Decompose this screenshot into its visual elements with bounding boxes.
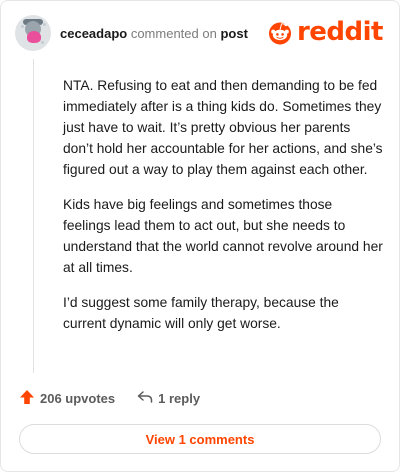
comment-card: ceceadapo commented on post reddit NTA. …	[0, 0, 400, 472]
reply-count: 1 reply	[158, 391, 201, 406]
comment-paragraph: NTA. Refusing to eat and then demanding …	[63, 78, 383, 177]
avatar[interactable]	[15, 15, 51, 51]
comment-meta: ceceadapo commented on post	[60, 26, 248, 41]
upvote-count: 206 upvotes	[40, 391, 116, 406]
post-link[interactable]: post	[220, 26, 247, 41]
view-comments-button[interactable]: View 1 comments	[19, 424, 381, 454]
thread-line[interactable]	[33, 59, 34, 373]
upvote-arrow-icon	[19, 389, 35, 408]
reply-button[interactable]: 1 reply	[137, 390, 200, 407]
comment-header: ceceadapo commented on post	[15, 15, 248, 51]
reddit-wordmark: reddit	[296, 17, 384, 47]
upvote-button[interactable]: 206 upvotes	[19, 389, 115, 408]
action-text: commented on	[130, 25, 217, 41]
comment-paragraph: I’d suggest some family therapy, because…	[63, 295, 339, 331]
reddit-snoo-icon	[268, 22, 291, 45]
comment-paragraph: Kids have big feelings and sometimes tho…	[63, 197, 383, 275]
reply-icon	[137, 390, 153, 407]
reddit-logo[interactable]: reddit	[267, 17, 384, 47]
comment-actions: 206 upvotes 1 reply	[19, 389, 200, 408]
comment-body: NTA. Refusing to eat and then demanding …	[63, 75, 383, 348]
username-link[interactable]: ceceadapo	[60, 26, 127, 41]
